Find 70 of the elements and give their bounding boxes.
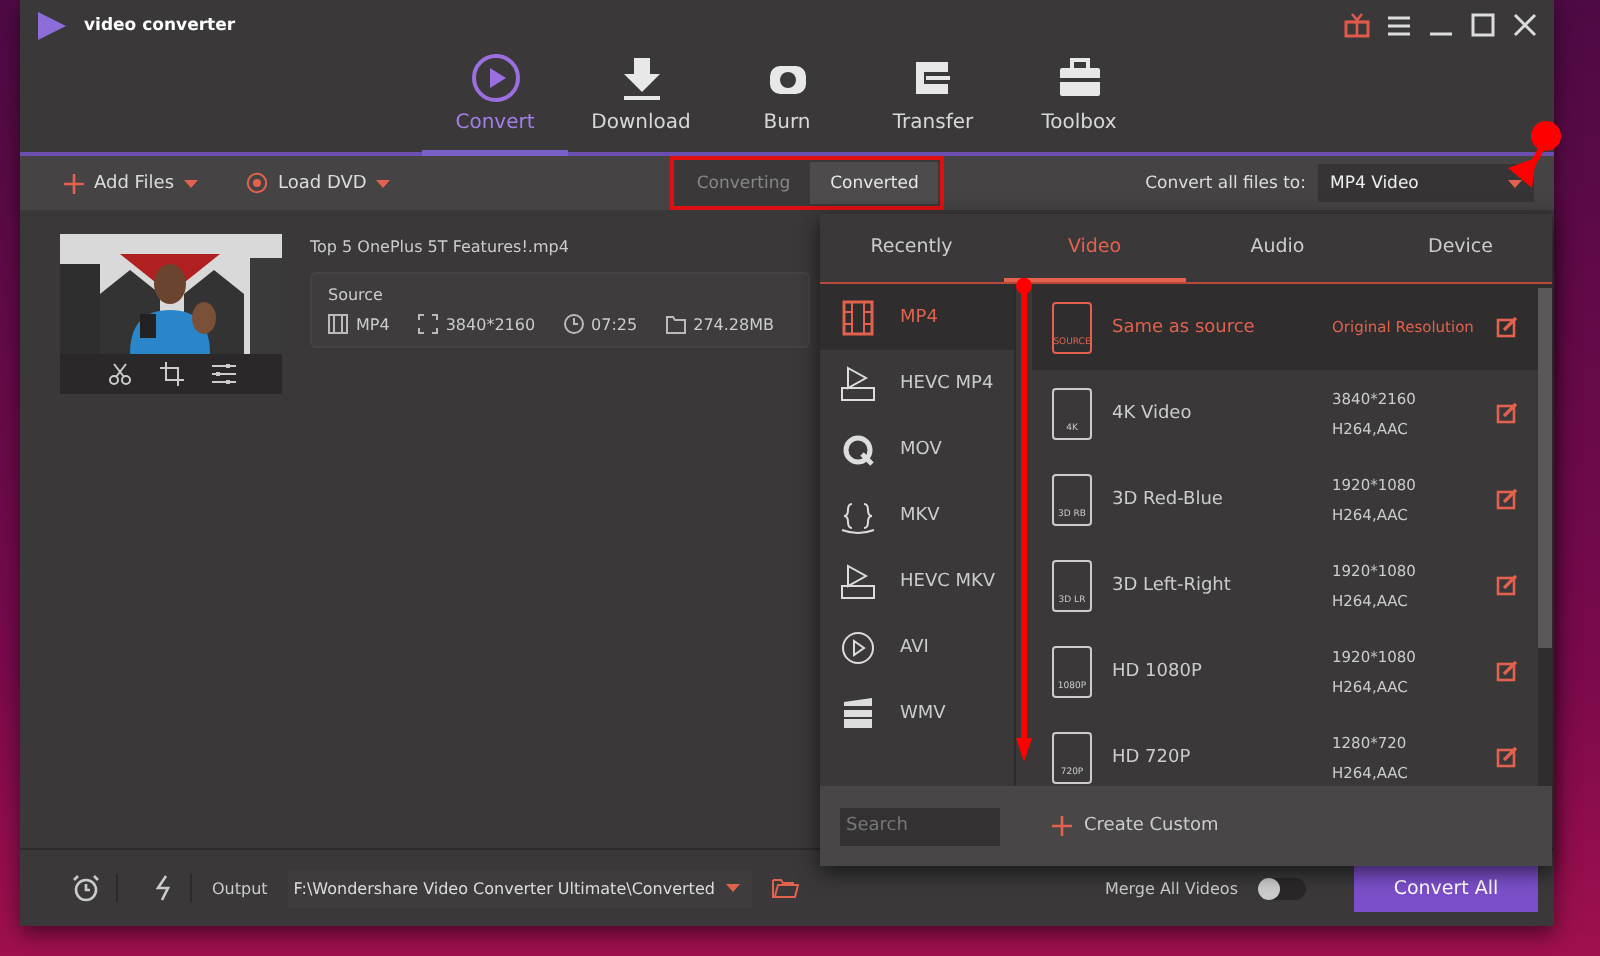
folder-icon — [665, 314, 686, 334]
lightning-icon — [154, 874, 174, 902]
format-item[interactable]: HEVC MKV — [820, 548, 1014, 614]
braces-icon — [840, 497, 876, 533]
source-label: Source — [328, 286, 385, 304]
merge-label: Merge All Videos — [1104, 879, 1238, 897]
edit-icon[interactable] — [1496, 488, 1518, 510]
convert-all-label: Convert all files to: — [1145, 173, 1306, 193]
sliders-button[interactable] — [211, 362, 235, 386]
format-item[interactable]: AVI — [820, 614, 1014, 680]
menu-icon[interactable] — [1386, 12, 1412, 38]
expand-icon — [417, 314, 438, 334]
format-tab[interactable]: Device — [1369, 214, 1552, 282]
format-value: MP4 — [356, 315, 390, 333]
convert-icon — [467, 50, 523, 106]
output-label: Output — [212, 879, 268, 897]
edit-icon[interactable] — [1496, 574, 1518, 596]
edit-icon[interactable] — [1496, 746, 1518, 768]
merge-toggle[interactable] — [1258, 877, 1306, 899]
plus-icon — [1052, 816, 1072, 836]
q-icon — [840, 431, 876, 467]
play-screen-icon — [840, 365, 876, 401]
duration-value: 07:25 — [591, 315, 638, 333]
caret-icon — [1508, 179, 1522, 187]
resolution-value: 3840*2160 — [445, 315, 536, 333]
caret-icon — [376, 179, 391, 187]
format-tab[interactable]: Audio — [1186, 214, 1369, 282]
caret-icon — [725, 884, 740, 892]
convert-all-button[interactable]: Convert All — [1354, 865, 1538, 911]
logo-icon — [36, 9, 68, 41]
caret-icon — [184, 179, 199, 187]
file-name: Top 5 OnePlus 5T Features!.mp4 — [310, 238, 571, 256]
add-files-button[interactable]: Add Files — [64, 173, 199, 193]
play-screen-icon — [840, 563, 876, 599]
format-item[interactable]: MP4 — [820, 284, 1014, 350]
film-icon — [840, 299, 876, 335]
play-icon — [840, 629, 876, 665]
format-item[interactable]: MKV — [820, 482, 1014, 548]
nav-tab[interactable]: Transfer — [860, 50, 1006, 156]
alarm-icon — [72, 874, 100, 902]
format-dropdown[interactable]: MP4 Video — [1318, 164, 1534, 202]
gift-icon[interactable] — [1344, 12, 1370, 38]
plus-icon — [64, 173, 84, 193]
window-title: video converter — [84, 15, 236, 35]
scrollbar-thumb[interactable] — [1538, 288, 1552, 648]
crop-button[interactable] — [159, 362, 183, 386]
close-icon[interactable] — [1512, 12, 1538, 38]
edit-icon[interactable] — [1496, 660, 1518, 682]
folder-icon[interactable] — [771, 876, 800, 900]
disc-icon — [246, 172, 269, 194]
edit-icon[interactable] — [1496, 316, 1518, 338]
clock-icon — [563, 314, 584, 334]
output-path-dropdown[interactable]: F:\Wondershare Video Converter Ultimate\Converted — [287, 869, 752, 907]
nav-tab[interactable]: Burn — [714, 50, 860, 156]
scissors-button[interactable] — [107, 362, 131, 386]
create-custom-button[interactable]: Create Custom — [1052, 816, 1219, 836]
format-item[interactable]: HEVC MP4 — [820, 350, 1014, 416]
film-icon — [328, 314, 348, 334]
edit-icon[interactable] — [1496, 402, 1518, 424]
format-tab[interactable]: Recently — [820, 214, 1003, 282]
size-value: 274.28MB — [693, 315, 774, 333]
load-dvd-button[interactable]: Load DVD — [246, 172, 391, 194]
view-tab[interactable]: Converted — [810, 162, 939, 204]
maximize-icon[interactable] — [1470, 12, 1496, 38]
clapper-icon — [840, 695, 876, 731]
search-field[interactable]: Search — [840, 807, 1000, 845]
format-item[interactable]: WMV — [820, 680, 1014, 746]
nav-tab[interactable]: Download — [568, 50, 714, 156]
format-item[interactable]: MOV — [820, 416, 1014, 482]
nav-tab[interactable]: Toolbox — [1006, 50, 1152, 156]
